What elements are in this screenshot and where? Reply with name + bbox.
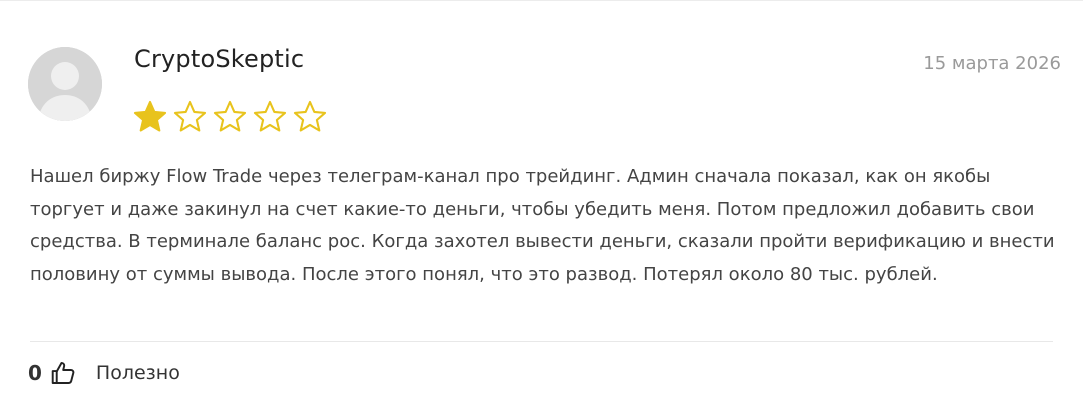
user-placeholder-icon <box>28 47 102 121</box>
avatar <box>28 47 102 121</box>
star-outline-icon <box>253 100 287 132</box>
divider <box>30 341 1053 342</box>
star-filled-icon <box>133 100 167 132</box>
star-outline-icon <box>213 100 247 132</box>
review-card: CryptoSkeptic 15 марта 2026 Нашел биржу … <box>0 0 1083 411</box>
review-date: 15 марта 2026 <box>923 53 1061 74</box>
star-outline-icon <box>173 100 207 132</box>
review-text: Нашел биржу Flow Trade через телеграм-ка… <box>30 166 1055 285</box>
author-name: CryptoSkeptic <box>134 45 305 73</box>
useful-button[interactable]: Полезно <box>96 362 180 384</box>
useful-section: 0 Полезно <box>28 355 180 391</box>
star-outline-icon <box>293 100 327 132</box>
useful-count: 0 <box>28 361 42 385</box>
star-rating <box>132 99 328 135</box>
thumbs-up-icon[interactable] <box>50 360 76 386</box>
